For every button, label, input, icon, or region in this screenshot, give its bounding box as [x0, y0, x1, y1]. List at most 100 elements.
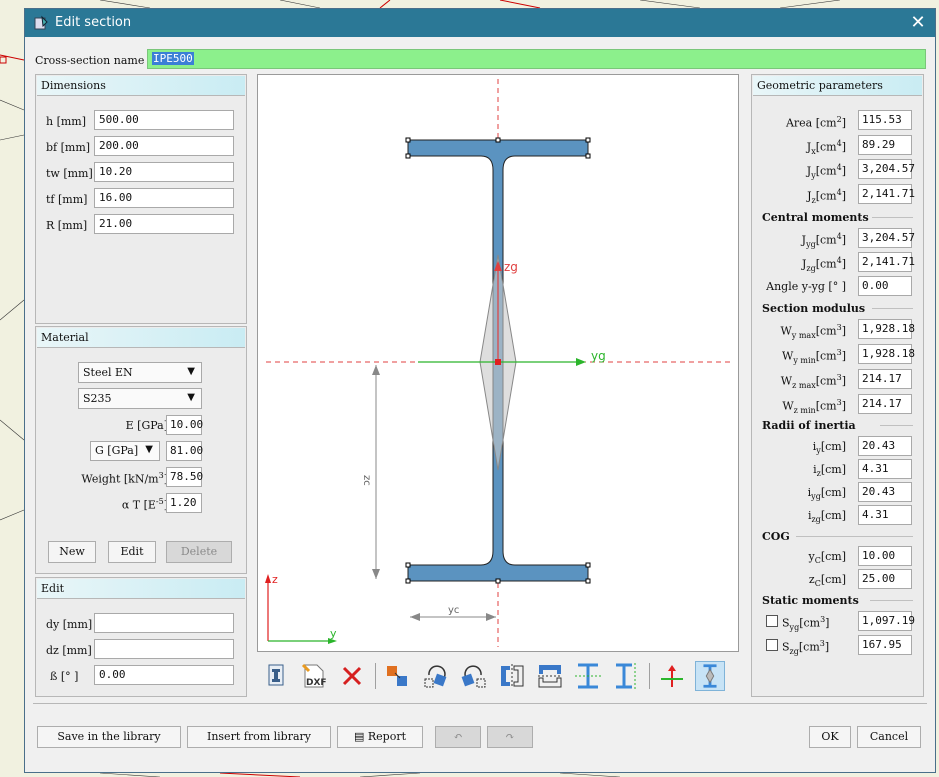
mirror-horizontal-icon[interactable] — [535, 661, 565, 691]
cog-heading: COG — [762, 530, 790, 543]
bf-input[interactable]: 200.00 — [94, 136, 234, 156]
wzmin-label: Wz min[cm3] — [782, 398, 846, 415]
dxf-icon[interactable]: DXF — [299, 661, 329, 691]
cross-section-name-value: IPE500 — [152, 52, 194, 65]
syg-label: Syg[cm3] — [782, 615, 830, 632]
i-beam-vertical-icon[interactable] — [611, 661, 641, 691]
tw-label: tw [mm] — [46, 167, 93, 180]
y-label: y — [330, 627, 337, 640]
toolbar-separator — [375, 663, 376, 689]
i-beam-horizontal-icon[interactable] — [573, 661, 603, 691]
wymax-label: Wy max[cm3] — [780, 323, 846, 340]
wzmax-value: 214.17 — [858, 369, 912, 389]
dy-label: dy [mm] — [46, 618, 93, 631]
angle-value: 0.00 — [858, 276, 912, 296]
centroid-marker — [495, 359, 501, 365]
material-grade-select[interactable]: S235 ▼ — [78, 388, 202, 409]
material-header: Material — [37, 328, 245, 348]
delete-icon[interactable] — [337, 661, 367, 691]
undo-button[interactable]: ↶ — [435, 726, 481, 748]
jy-value: 3,204.57 — [858, 159, 915, 179]
wzmin-value: 214.17 — [858, 394, 912, 414]
area-label: Area [cm2] — [785, 115, 846, 130]
weight-label: Weight [kN/m3] — [81, 471, 168, 486]
import-section-icon[interactable] — [261, 661, 291, 691]
material-standard-select[interactable]: Steel EN ▼ — [78, 362, 202, 383]
report-button[interactable]: ▤ Report — [337, 726, 423, 748]
rotate-right-icon[interactable] — [459, 661, 489, 691]
material-grade-value: S235 — [83, 392, 112, 405]
iyg-value: 20.43 — [858, 482, 912, 502]
save-in-library-button[interactable]: Save in the library — [37, 726, 181, 748]
insert-from-library-button[interactable]: Insert from library — [187, 726, 331, 748]
beta-input[interactable]: 0.00 — [94, 665, 234, 685]
material-standard-value: Steel EN — [83, 366, 133, 379]
dz-label: dz [mm] — [46, 644, 92, 657]
jz-value: 2,141.71 — [858, 184, 915, 204]
izg-label: izg[cm] — [807, 509, 846, 525]
e-input[interactable]: 10.00 — [166, 415, 203, 435]
section-modulus-heading: Section modulus — [762, 302, 866, 315]
tf-input[interactable]: 16.00 — [94, 188, 234, 208]
axes-icon[interactable] — [657, 661, 687, 691]
szg-value: 167.95 — [858, 635, 912, 655]
jy-label: Jy[cm4] — [806, 163, 846, 180]
jyg-value: 3,204.57 — [858, 228, 915, 248]
szg-checkbox[interactable] — [766, 639, 778, 651]
wymin-label: Wy min[cm3] — [782, 348, 846, 365]
dimensions-panel: Dimensions h [mm] 500.00 bf [mm] 200.00 … — [35, 74, 247, 324]
e-label: E [GPa] — [125, 419, 168, 432]
g-unit-select[interactable]: G [GPa] ▼ — [90, 441, 160, 461]
ok-button[interactable]: OK — [809, 726, 851, 748]
jx-value: 89.29 — [858, 135, 912, 155]
szg-label: Szg[cm3] — [782, 639, 830, 656]
title-bar: Edit section ✕ — [25, 9, 935, 37]
iy-label: iy[cm] — [812, 440, 846, 456]
window-title: Edit section — [55, 15, 132, 30]
delete-material-button[interactable]: Delete — [166, 541, 232, 563]
yc-value: 10.00 — [858, 546, 912, 566]
toolbar-separator — [649, 663, 650, 689]
iy-value: 20.43 — [858, 436, 912, 456]
copy-icon[interactable] — [383, 661, 413, 691]
stress-diagram-icon[interactable] — [695, 661, 725, 691]
footer-separator — [33, 703, 927, 704]
cross-section-name-input[interactable]: IPE500 — [147, 49, 926, 69]
edit-panel: Edit dy [mm] dz [mm] ß [° ] 0.00 — [35, 577, 247, 697]
app-icon — [34, 15, 48, 30]
g-label: G [GPa] — [95, 444, 139, 457]
geometric-parameters-panel: Geometric parameters Area [cm2] 115.53 J… — [751, 74, 924, 697]
dy-input[interactable] — [94, 613, 234, 633]
new-material-button[interactable]: New — [48, 541, 96, 563]
zc-value: 25.00 — [858, 569, 912, 589]
dz-input[interactable] — [94, 639, 234, 659]
wymax-value: 1,928.18 — [858, 319, 915, 339]
jx-label: Jx[cm4] — [806, 139, 846, 156]
section-canvas[interactable]: zg yg zc yc z y — [257, 74, 739, 652]
tw-input[interactable]: 10.20 — [94, 162, 234, 182]
r-input[interactable]: 21.00 — [94, 214, 234, 234]
g-input[interactable]: 81.00 — [166, 441, 203, 461]
alpha-input[interactable]: 1.20 — [166, 493, 202, 513]
syg-checkbox[interactable] — [766, 615, 778, 627]
h-input[interactable]: 500.00 — [94, 110, 234, 130]
edit-section-dialog: Edit section ✕ Cross-section name IPE500… — [24, 8, 936, 773]
alpha-label: α T [E-5] — [121, 497, 168, 512]
redo-button[interactable]: ↷ — [487, 726, 533, 748]
chevron-down-icon: ▼ — [187, 392, 195, 403]
close-icon[interactable]: ✕ — [907, 12, 929, 34]
area-value: 115.53 — [858, 110, 912, 130]
jzg-value: 2,141.71 — [858, 252, 915, 272]
izg-value: 4.31 — [858, 505, 912, 525]
edit-material-button[interactable]: Edit — [108, 541, 156, 563]
mirror-vertical-icon[interactable] — [497, 661, 527, 691]
weight-input[interactable]: 78.50 — [166, 467, 203, 487]
chevron-down-icon: ▼ — [145, 444, 153, 455]
rotate-left-icon[interactable] — [421, 661, 451, 691]
wzmax-label: Wz max[cm3] — [780, 373, 846, 390]
divider — [872, 308, 913, 309]
cancel-button[interactable]: Cancel — [857, 726, 921, 748]
divider — [880, 425, 913, 426]
beta-label: ß [° ] — [50, 670, 79, 683]
dxf-text: DXF — [306, 678, 327, 688]
